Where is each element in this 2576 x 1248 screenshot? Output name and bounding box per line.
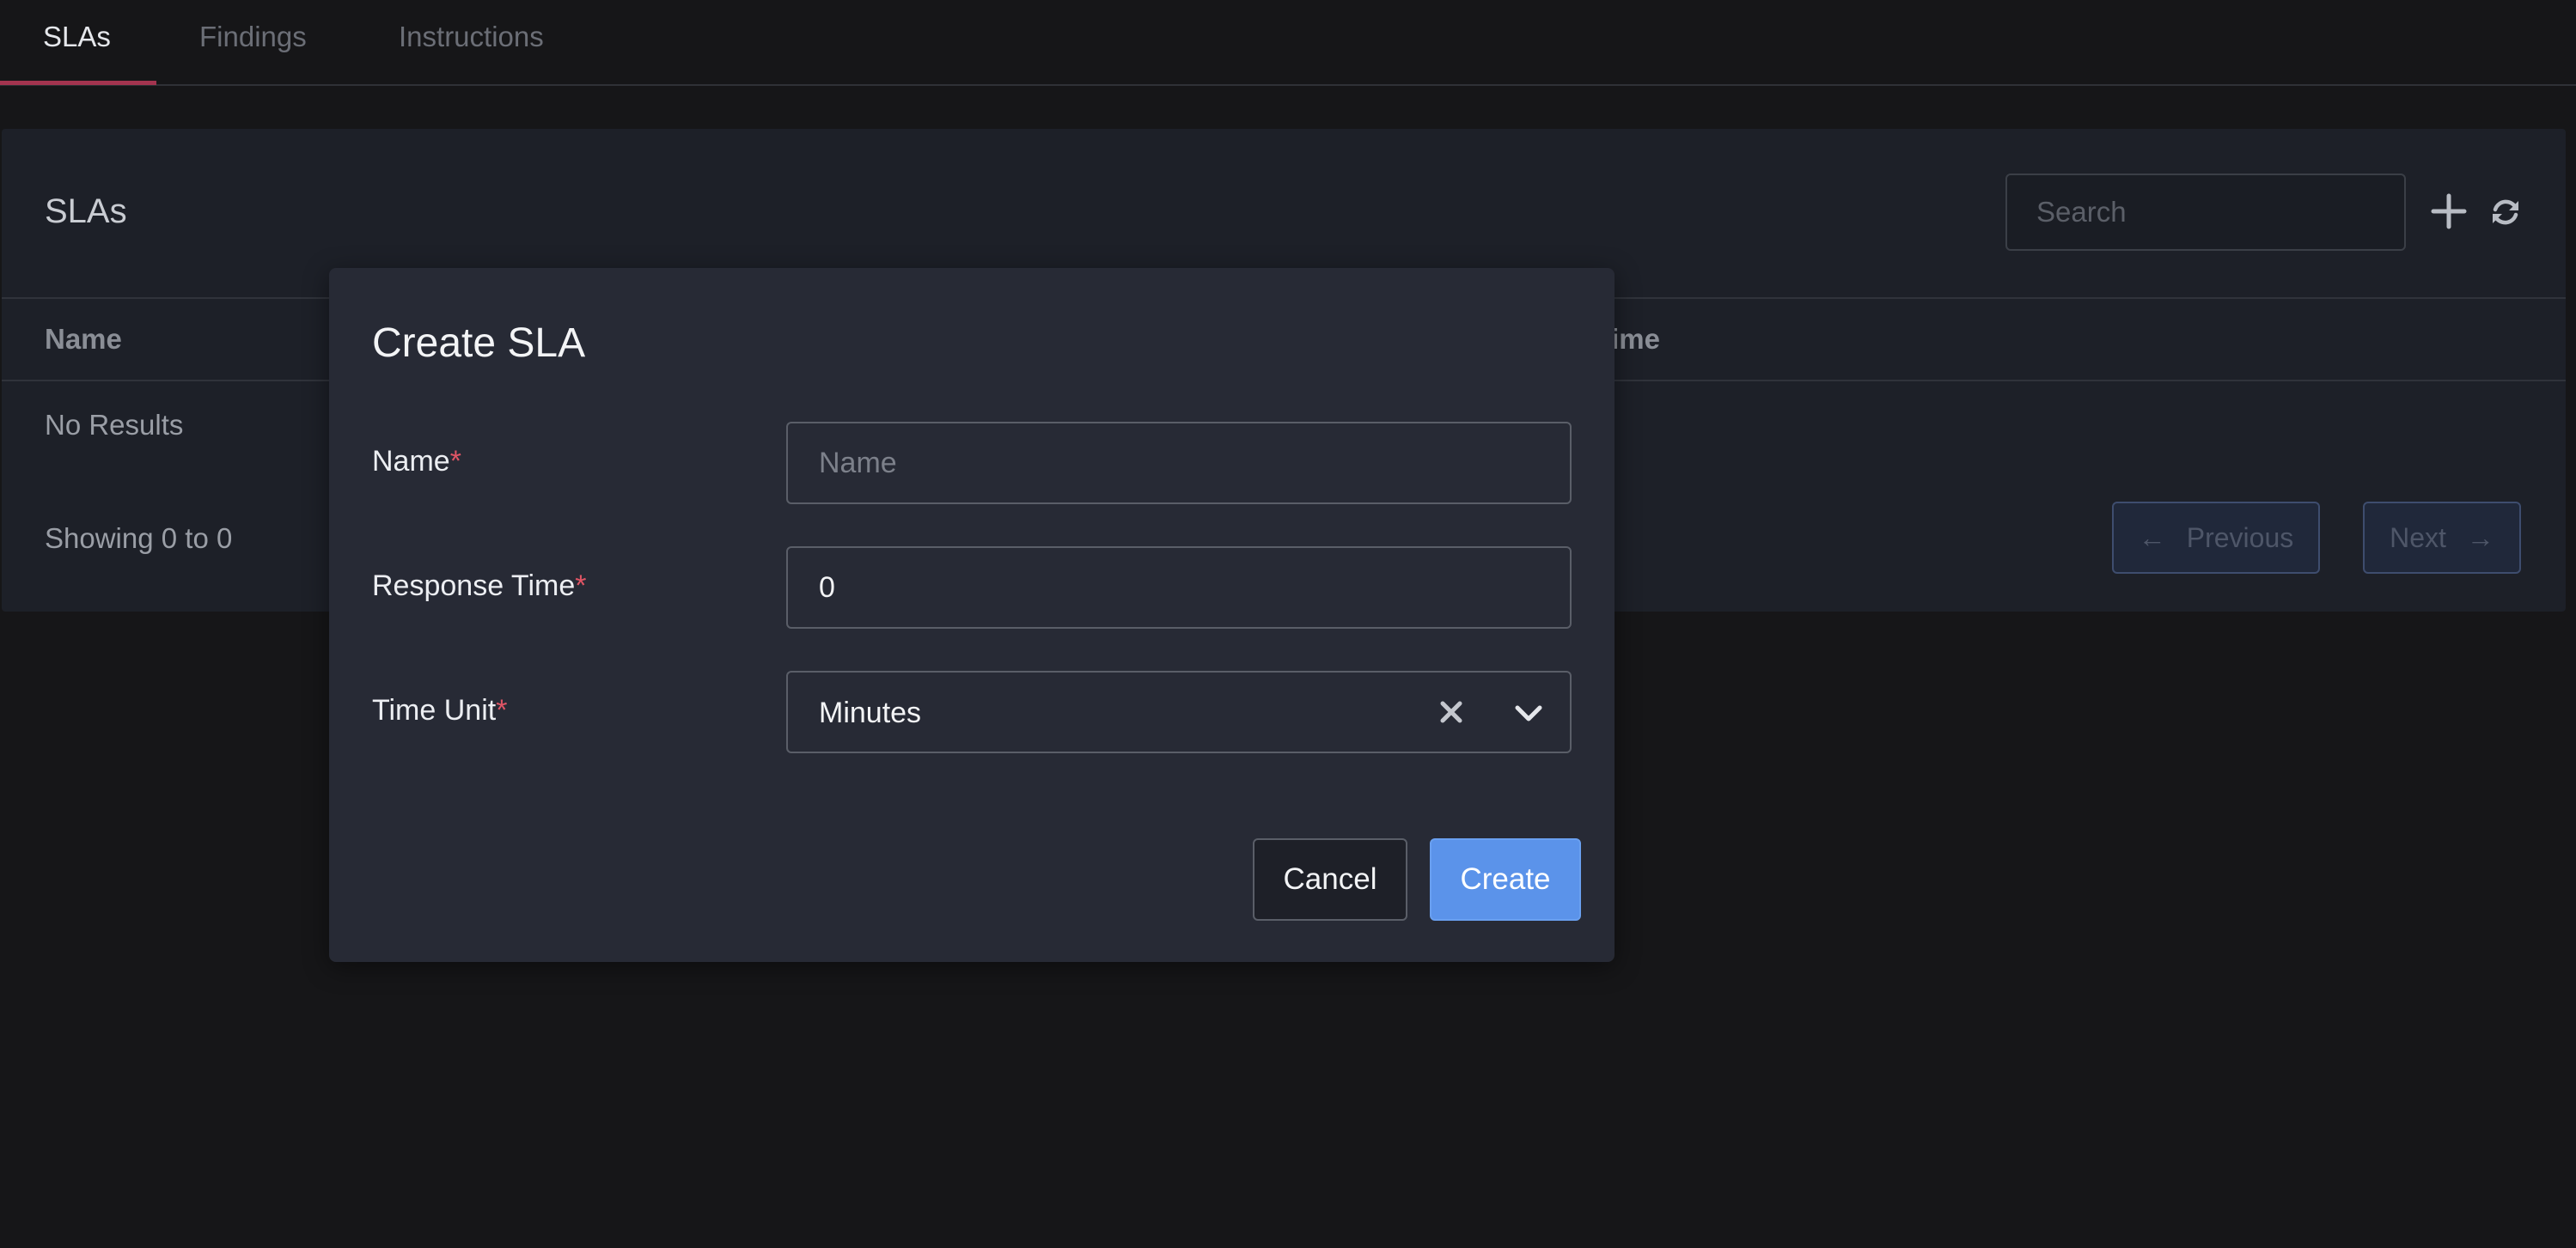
time-unit-select[interactable]: Minutes <box>786 671 1572 753</box>
active-tab-indicator <box>0 81 156 85</box>
tab-instructions[interactable]: Instructions <box>399 0 544 84</box>
tab-findings[interactable]: Findings <box>199 0 307 84</box>
chevron-down-icon[interactable] <box>1513 700 1544 726</box>
pagination-summary: Showing 0 to 0 <box>45 522 233 554</box>
create-sla-modal: Create SLA Name* Response Time* Time Uni… <box>329 268 1615 962</box>
previous-button[interactable]: ← Previous <box>2112 502 2320 574</box>
response-time-field-label: Response Time* <box>372 569 586 603</box>
time-unit-selected-value: Minutes <box>819 697 922 729</box>
empty-state-text: No Results <box>45 409 184 441</box>
tab-bar: SLAs Findings Instructions <box>0 0 2576 86</box>
next-button[interactable]: Next → <box>2363 502 2521 574</box>
arrow-left-icon: ← <box>2138 521 2166 553</box>
response-time-label-text: Response Time <box>372 569 576 602</box>
required-marker: * <box>575 569 587 602</box>
time-unit-label-text: Time Unit <box>372 694 497 727</box>
panel-title: SLAs <box>45 192 127 230</box>
time-unit-field-label: Time Unit* <box>372 694 507 727</box>
tab-slas[interactable]: SLAs <box>43 0 111 84</box>
response-time-input[interactable] <box>786 546 1572 629</box>
previous-label: Previous <box>2186 521 2294 553</box>
search-input[interactable] <box>2005 174 2406 251</box>
column-header-name[interactable]: Name <box>45 323 122 356</box>
plus-icon[interactable] <box>2430 192 2468 230</box>
required-marker: * <box>496 694 508 727</box>
modal-title: Create SLA <box>372 320 586 366</box>
arrow-right-icon: → <box>2466 521 2494 553</box>
cancel-button[interactable]: Cancel <box>1253 838 1407 921</box>
name-label-text: Name <box>372 445 450 478</box>
required-marker: * <box>449 445 461 478</box>
clear-icon[interactable] <box>1438 698 1465 726</box>
name-input[interactable] <box>786 422 1572 504</box>
refresh-icon[interactable] <box>2489 196 2522 228</box>
create-button[interactable]: Create <box>1430 838 1581 921</box>
next-label: Next <box>2390 521 2446 553</box>
name-field-label: Name* <box>372 445 461 478</box>
